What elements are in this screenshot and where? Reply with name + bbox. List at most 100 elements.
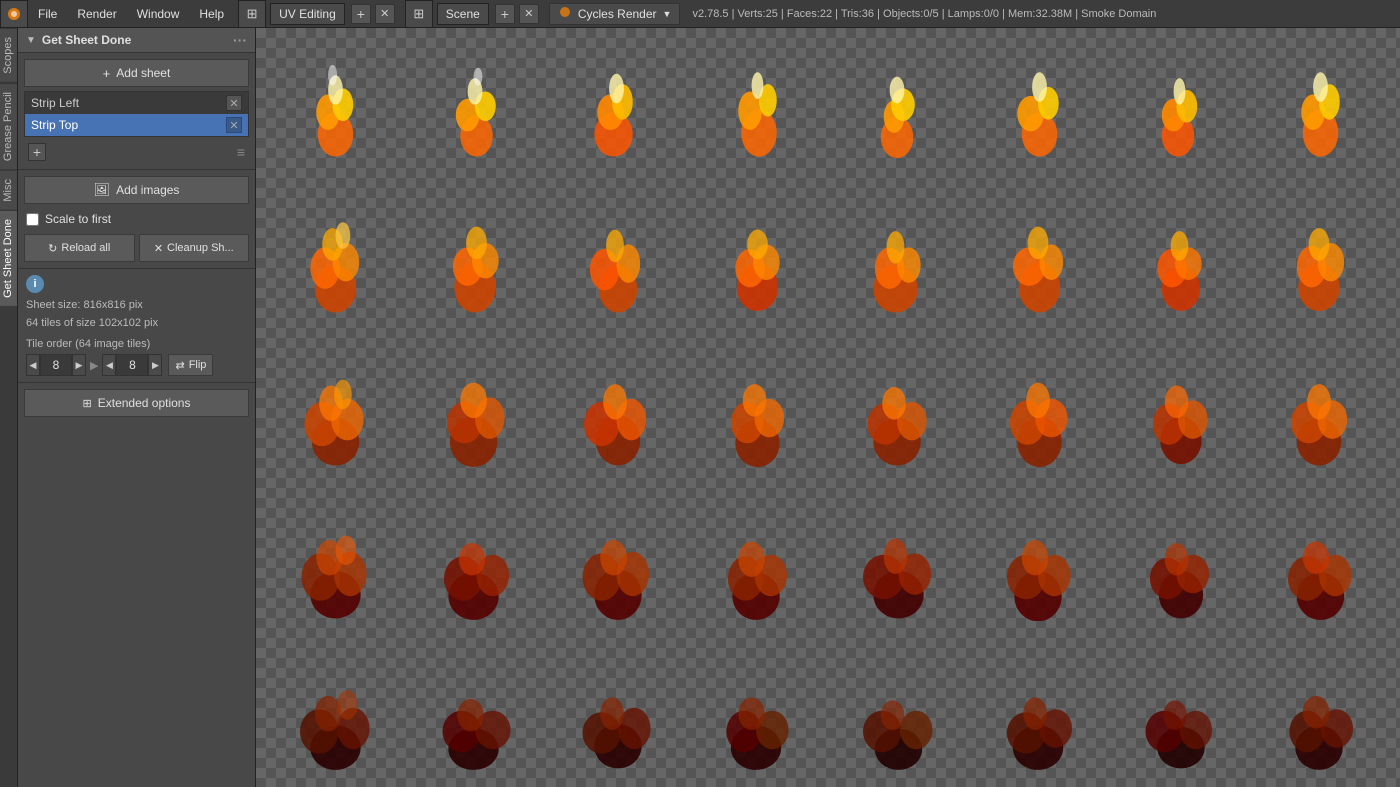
scene-icon[interactable]: ⊞: [405, 0, 433, 28]
add-images-section: 🖼 Add images Scale to first ↻ Reload all…: [18, 170, 255, 269]
cleanup-button[interactable]: ✕ Cleanup Sh...: [139, 234, 250, 262]
sprite-cell-0-2: [548, 38, 687, 186]
scale-to-first-row: Scale to first: [24, 208, 249, 230]
reload-all-label: Reload all: [61, 242, 110, 254]
sprite-cell-1-7: [1251, 188, 1390, 336]
strip-menu-button[interactable]: ≡: [237, 144, 245, 160]
menubar: File Render Window Help ⊞ UV Editing + ✕…: [0, 0, 1400, 28]
panel-collapse-icon[interactable]: ▼: [26, 35, 36, 46]
flip-icon: ⇄: [175, 359, 184, 372]
sprite-cell-4-3: [688, 638, 827, 786]
sidebar-item-grease-pencil[interactable]: Grease Pencil: [0, 83, 17, 169]
workspace-selector[interactable]: UV Editing: [270, 3, 345, 25]
add-strip-button[interactable]: +: [28, 143, 46, 161]
strip-item-top[interactable]: Strip Top ✕: [25, 114, 248, 136]
side-tabs: Scopes Grease Pencil Misc Get Sheet Done: [0, 28, 18, 787]
scale-to-first-checkbox[interactable]: [26, 213, 39, 226]
panel-options-icon[interactable]: ···: [233, 32, 247, 48]
main-area: Scopes Grease Pencil Misc Get Sheet Done…: [0, 28, 1400, 787]
panel-title: Get Sheet Done: [42, 33, 131, 47]
add-sheet-icon: +: [103, 66, 111, 81]
tile-rows-inc[interactable]: ▶: [148, 354, 162, 376]
sprite-cell-1-1: [407, 188, 546, 336]
flip-label: Flip: [189, 359, 207, 371]
tile-rows-dec[interactable]: ◀: [102, 354, 116, 376]
sprite-cell-2-6: [1111, 338, 1250, 486]
close-workspace-button[interactable]: ✕: [375, 4, 395, 24]
add-workspace-button[interactable]: +: [351, 4, 371, 24]
sprite-cell-4-7: [1251, 638, 1390, 786]
menu-window[interactable]: Window: [127, 0, 190, 28]
tile-cols-dec[interactable]: ◀: [26, 354, 40, 376]
sidebar-item-misc[interactable]: Misc: [0, 170, 17, 210]
sprite-cell-1-6: [1111, 188, 1250, 336]
blender-render-icon: [558, 5, 572, 22]
sprite-cell-3-5: [970, 488, 1109, 636]
menu-render[interactable]: Render: [67, 0, 126, 28]
sprite-cell-2-1: [407, 338, 546, 486]
tile-rows-input[interactable]: 8: [116, 354, 148, 376]
tile-separator: ▶: [90, 359, 98, 372]
add-images-button[interactable]: 🖼 Add images: [24, 176, 249, 204]
cleanup-label: Cleanup Sh...: [167, 242, 234, 254]
sprite-cell-4-5: [970, 638, 1109, 786]
strip-controls: + ≡: [24, 141, 249, 163]
sprite-cell-0-4: [829, 38, 968, 186]
tiles-info-text: 64 tiles of size 102x102 pix: [26, 315, 247, 333]
add-scene-button[interactable]: +: [495, 4, 515, 24]
add-images-label: Add images: [116, 183, 179, 197]
sidebar-item-get-sheet-done[interactable]: Get Sheet Done: [0, 210, 17, 306]
blender-icon[interactable]: [0, 0, 28, 28]
sprite-cell-2-2: [548, 338, 687, 486]
sprite-cell-1-4: [829, 188, 968, 336]
status-text: v2.78.5 | Verts:25 | Faces:22 | Tris:36 …: [692, 8, 1156, 20]
sprite-cell-2-0: [266, 338, 405, 486]
render-engine-selector[interactable]: Cycles Render ▼: [549, 3, 681, 25]
uv-canvas[interactable]: [256, 28, 1400, 787]
tile-cols-input[interactable]: 8: [40, 354, 72, 376]
add-sheet-section: + Add sheet Strip Left ✕ Strip Top ✕ + ≡: [18, 53, 255, 170]
sprite-cell-1-0: [266, 188, 405, 336]
scale-to-first-label: Scale to first: [45, 212, 111, 226]
menu-file[interactable]: File: [28, 0, 67, 28]
sprite-cell-4-0: [266, 638, 405, 786]
sprite-grid: [256, 28, 1400, 787]
tile-cols-inc[interactable]: ▶: [72, 354, 86, 376]
sprite-cell-0-1: [407, 38, 546, 186]
flip-button[interactable]: ⇄ Flip: [168, 354, 213, 376]
workspace-icon[interactable]: ⊞: [238, 0, 266, 28]
sprite-cell-0-6: [1111, 38, 1250, 186]
cleanup-icon: ✕: [154, 242, 163, 255]
scene-selector[interactable]: Scene: [437, 3, 489, 25]
render-engine-arrow: ▼: [663, 9, 672, 19]
menu-help[interactable]: Help: [189, 0, 234, 28]
panel-header: ▼ Get Sheet Done ···: [18, 28, 255, 53]
add-sheet-button[interactable]: + Add sheet: [24, 59, 249, 87]
workspace-label: UV Editing: [279, 7, 336, 21]
info-section: i Sheet size: 816x816 pix 64 tiles of si…: [18, 269, 255, 383]
info-icon: i: [26, 275, 44, 293]
sprite-cell-4-1: [407, 638, 546, 786]
close-scene-button[interactable]: ✕: [519, 4, 539, 24]
sprite-cell-0-7: [1251, 38, 1390, 186]
extended-options-icon: ⊞: [83, 397, 92, 410]
sprite-cell-2-4: [829, 338, 968, 486]
strip-item-left[interactable]: Strip Left ✕: [25, 92, 248, 114]
extended-options-button[interactable]: ⊞ Extended options: [24, 389, 249, 417]
sprite-cell-2-5: [970, 338, 1109, 486]
sprite-cell-0-3: [688, 38, 827, 186]
strip-top-label: Strip Top: [31, 118, 78, 132]
sprite-cell-1-2: [548, 188, 687, 336]
reload-all-button[interactable]: ↻ Reload all: [24, 234, 135, 262]
sprite-cell-3-7: [1251, 488, 1390, 636]
add-sheet-label: Add sheet: [116, 66, 170, 80]
strip-top-close[interactable]: ✕: [226, 117, 242, 133]
strip-left-close[interactable]: ✕: [226, 95, 242, 111]
tile-order-label: Tile order (64 image tiles): [26, 338, 247, 350]
sprite-cell-1-5: [970, 188, 1109, 336]
sprite-cell-0-0: [266, 38, 405, 186]
sprite-cell-2-7: [1251, 338, 1390, 486]
reload-icon: ↻: [48, 242, 57, 255]
left-panel: ▼ Get Sheet Done ··· + Add sheet Strip L…: [18, 28, 256, 787]
sidebar-item-scopes[interactable]: Scopes: [0, 28, 17, 82]
